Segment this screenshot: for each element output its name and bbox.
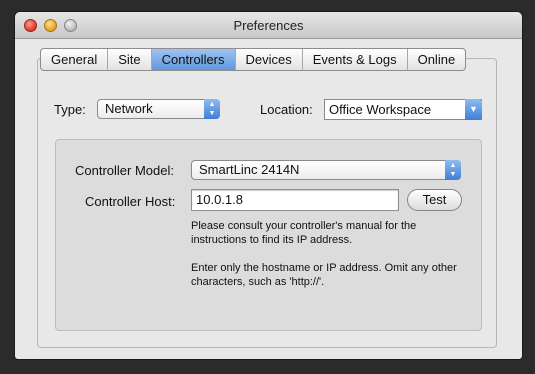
up-down-arrows-icon: ▲ ▼ (445, 160, 461, 180)
tab-devices[interactable]: Devices (236, 49, 303, 70)
up-down-arrows-icon: ▲ ▼ (204, 99, 220, 119)
type-popup[interactable]: Network ▲ ▼ (97, 99, 220, 119)
help-text-hostname: Enter only the hostname or IP address. O… (191, 262, 457, 288)
controller-model-label: Controller Model: (75, 163, 174, 178)
controller-host-field[interactable]: 10.0.1.8 (191, 189, 399, 211)
chevron-down-icon[interactable]: ▼ (465, 99, 482, 120)
test-button[interactable]: Test (407, 189, 462, 211)
location-label: Location: (260, 102, 313, 117)
preferences-window: Preferences General Site Controllers Dev… (15, 12, 522, 359)
help-text-manual: Please consult your controller's manual … (191, 220, 417, 246)
controller-model-value: SmartLinc 2414N (199, 162, 300, 177)
window-title: Preferences (233, 18, 304, 33)
location-combo-value: Office Workspace (329, 102, 432, 117)
tab-bar: General Site Controllers Devices Events … (40, 48, 467, 71)
tab-online[interactable]: Online (408, 49, 466, 70)
type-popup-value: Network (105, 101, 153, 116)
controller-model-popup[interactable]: SmartLinc 2414N ▲ ▼ (191, 160, 461, 180)
tab-site[interactable]: Site (108, 49, 152, 70)
location-combo[interactable]: Office Workspace ▼ (324, 99, 482, 120)
tab-general[interactable]: General (41, 49, 109, 70)
tab-events-logs[interactable]: Events & Logs (303, 49, 408, 70)
tab-controllers[interactable]: Controllers (151, 49, 236, 70)
title-bar[interactable]: Preferences (15, 12, 522, 39)
type-label: Type: (54, 102, 86, 117)
controller-host-label: Controller Host: (85, 194, 176, 209)
